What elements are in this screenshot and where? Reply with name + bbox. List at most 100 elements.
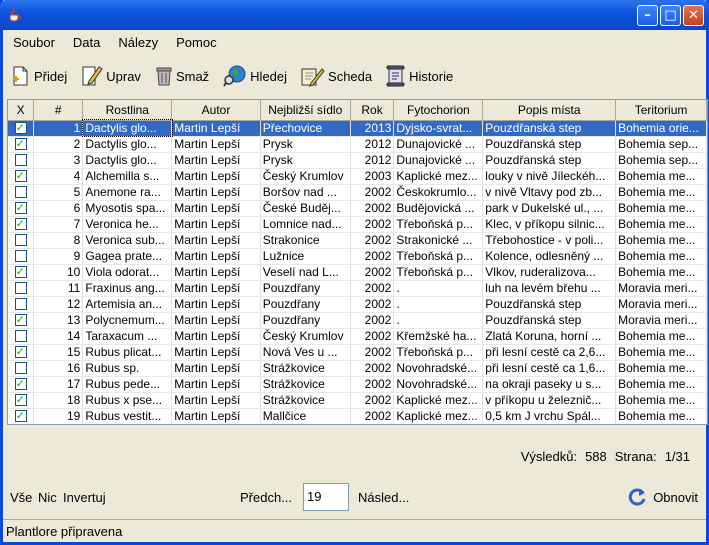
table-row[interactable]: 4Alchemilla s...Martin LepšíČeský Krumlo… [8,168,707,185]
row-checkbox[interactable] [14,136,27,151]
row-number[interactable]: 10 [33,264,84,281]
history-button[interactable]: Historie [378,61,459,91]
cell-description[interactable]: Kolence, odlesněný ... [482,248,617,265]
row-checkbox[interactable] [14,312,27,327]
cell-plant[interactable]: Dactylis glo... [81,119,173,137]
row-checkbox-cell[interactable] [8,376,35,393]
table-row[interactable]: 15Rubus plicat...Martin LepšíNová Ves u … [8,344,707,361]
cell-author[interactable]: Martin Lepší [171,152,261,169]
cell-phytochorion[interactable]: Křemžské ha... [393,328,484,345]
table-row[interactable]: 6Myosotis spa...Martin LepšíČeské Buděj.… [8,200,707,217]
cell-phytochorion[interactable]: Třeboňská p... [393,248,484,265]
cell-place[interactable]: Přechovice [260,120,351,137]
cell-place[interactable]: Nová Ves u ... [260,344,351,361]
row-number[interactable]: 2 [33,136,84,153]
row-number[interactable]: 18 [33,392,84,409]
cell-description[interactable]: luh na levém břehu ... [482,280,617,297]
row-number[interactable]: 8 [33,232,84,249]
row-checkbox[interactable] [14,282,27,295]
row-checkbox[interactable] [14,298,27,311]
row-checkbox-cell[interactable] [8,120,35,137]
cell-phytochorion[interactable]: Strakonické ... [393,232,484,249]
search-button[interactable]: Hledej [215,61,293,91]
row-checkbox[interactable] [14,264,27,279]
row-checkbox[interactable] [14,376,27,391]
menu-nalezy[interactable]: Nálezy [108,33,166,53]
cell-author[interactable]: Martin Lepší [171,168,261,185]
row-number[interactable]: 19 [33,408,84,424]
select-all-button[interactable]: Vše [10,490,32,505]
delete-button[interactable]: Smaž [147,61,215,91]
row-checkbox[interactable] [14,408,27,423]
cell-place[interactable]: Prysk [260,152,351,169]
cell-place[interactable]: Boršov nad ... [260,184,351,201]
maximize-button[interactable]: □ [660,5,681,26]
table-row[interactable]: 5 Anemone ra... Martin Lepší Boršov nad ...… [8,184,707,201]
row-checkbox-cell[interactable] [8,248,35,265]
cell-territory[interactable]: Bohemia me... [615,216,707,233]
cell-description[interactable]: Pouzdřanská step [482,152,617,169]
cell-plant[interactable]: Myosotis spa... [82,200,173,217]
cell-year[interactable]: 2002 [350,408,395,424]
cell-year[interactable]: 2002 [350,184,395,201]
menu-pomoc[interactable]: Pomoc [166,33,224,53]
row-checkbox-cell[interactable] [8,312,35,329]
cell-place[interactable]: Mallčice [260,408,351,424]
row-checkbox-cell[interactable] [8,184,35,201]
cell-phytochorion[interactable]: Třeboňská p... [393,216,484,233]
cell-phytochorion[interactable]: Třeboňská p... [393,264,484,281]
cell-year[interactable]: 2002 [350,328,395,345]
cell-phytochorion[interactable]: Kaplické mez... [393,408,484,424]
cell-phytochorion[interactable]: Novohradské... [393,376,484,393]
cell-plant[interactable]: Taraxacum ... [82,328,173,345]
cell-year[interactable]: 2002 [350,248,395,265]
cell-description[interactable]: při lesní cestě ca 2,6... [482,344,617,361]
cell-phytochorion[interactable]: Dyjsko-svrat... [393,120,484,137]
cell-plant[interactable]: Rubus sp. [82,360,173,377]
cell-territory[interactable]: Moravia meri... [615,312,707,329]
menu-data[interactable]: Data [63,33,108,53]
cell-year[interactable]: 2003 [350,168,395,185]
cell-year[interactable]: 2012 [350,152,395,169]
col-header-description[interactable]: Popis místa [482,100,617,121]
cell-author[interactable]: Martin Lepší [171,232,261,249]
cell-phytochorion[interactable]: Dunajovické ... [393,152,484,169]
cell-place[interactable]: Strážkovice [260,376,351,393]
row-number[interactable]: 6 [33,200,84,217]
cell-plant[interactable]: Rubus plicat... [82,344,173,361]
cell-author[interactable]: Martin Lepší [171,200,261,217]
invert-selection-button[interactable]: Invertuj [63,490,106,505]
menu-soubor[interactable]: Soubor [3,33,63,53]
cell-territory[interactable]: Bohemia me... [615,408,707,424]
cell-plant[interactable]: Gagea prate... [82,248,173,265]
table-row[interactable]: 13Polycnemum...Martin LepšíPouzdřany2002… [8,312,707,329]
col-header-place[interactable]: Nejbližší sídlo [260,100,351,121]
previous-page-button[interactable]: Předch... [240,490,292,505]
cell-description[interactable]: Vlkov, ruderalizova... [482,264,617,281]
row-checkbox-cell[interactable] [8,232,35,249]
cell-author[interactable]: Martin Lepší [171,264,261,281]
cell-plant[interactable]: Veronica he... [82,216,173,233]
row-number[interactable]: 13 [33,312,84,329]
row-checkbox-cell[interactable] [8,216,35,233]
cell-year[interactable]: 2002 [350,216,395,233]
cell-phytochorion[interactable]: Novohradské... [393,360,484,377]
cell-place[interactable]: Lomnice nad... [260,216,351,233]
cell-phytochorion[interactable]: Kaplické mez... [393,392,484,409]
refresh-button[interactable]: Obnovit [626,486,698,508]
row-checkbox-cell[interactable] [8,264,35,281]
cell-author[interactable]: Martin Lepší [171,184,261,201]
table-row[interactable]: 14 Taraxacum ... Martin Lepší Český Krumlov… [8,328,707,345]
row-checkbox[interactable] [14,216,27,231]
cell-plant[interactable]: Rubus x pse... [82,392,173,409]
row-number[interactable]: 15 [33,344,84,361]
cell-place[interactable]: Český Krumlov [260,168,351,185]
cell-territory[interactable]: Bohemia me... [615,360,707,377]
row-number[interactable]: 1 [33,120,84,137]
table-row[interactable]: 7Veronica he...Martin LepšíLomnice nad..… [8,216,707,233]
cell-territory[interactable]: Bohemia me... [615,344,707,361]
cell-territory[interactable]: Bohemia orie... [615,120,707,137]
row-number[interactable]: 11 [33,280,84,297]
cell-description[interactable]: Třebohostice - v poli... [482,232,617,249]
cell-year[interactable]: 2002 [350,264,395,281]
